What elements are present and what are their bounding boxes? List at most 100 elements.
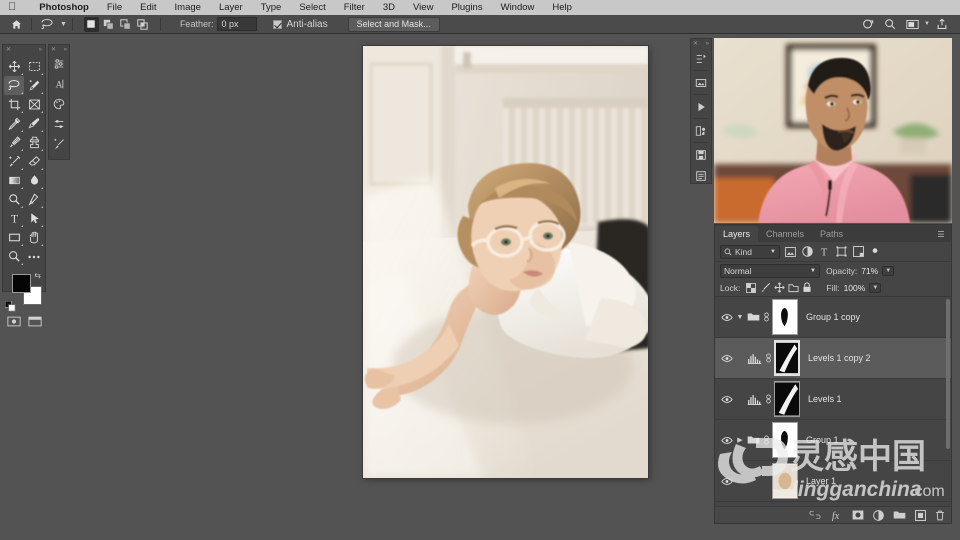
history-brush-tool[interactable] bbox=[4, 152, 24, 171]
feather-input[interactable]: 0 px bbox=[217, 17, 258, 31]
layer-visibility-toggle[interactable] bbox=[720, 477, 734, 486]
eyedropper-tool[interactable] bbox=[4, 114, 24, 133]
menu-item-select[interactable]: Select bbox=[290, 2, 334, 13]
character-panel-icon[interactable]: A bbox=[49, 74, 69, 94]
menu-item-layer[interactable]: Layer bbox=[210, 2, 252, 13]
layers-scrollbar[interactable] bbox=[946, 299, 950, 449]
mask-link-icon[interactable] bbox=[763, 353, 774, 363]
table-row[interactable]: Layer 1 bbox=[715, 461, 951, 502]
swap-colors-icon[interactable]: ⇆ bbox=[34, 271, 41, 280]
select-and-mask-button[interactable]: Select and Mask... bbox=[347, 16, 440, 32]
workspace-icon[interactable] bbox=[902, 16, 922, 33]
menu-item-help[interactable]: Help bbox=[543, 2, 581, 13]
quick-selection-tool[interactable] bbox=[24, 76, 44, 95]
document-canvas[interactable] bbox=[363, 46, 648, 478]
search-icon[interactable] bbox=[880, 16, 900, 33]
eraser-tool[interactable] bbox=[24, 152, 44, 171]
rectangle-tool[interactable] bbox=[4, 228, 24, 247]
new-group-icon[interactable] bbox=[893, 510, 906, 520]
delete-layer-icon[interactable] bbox=[935, 510, 945, 521]
brush-settings-panel-icon[interactable] bbox=[49, 134, 69, 154]
filter-toggle-icon[interactable] bbox=[868, 245, 882, 259]
layer-mask-thumbnail[interactable] bbox=[774, 381, 800, 417]
layer-mask-thumbnail[interactable] bbox=[774, 340, 800, 376]
swatches-panel-icon[interactable] bbox=[49, 94, 69, 114]
quick-mask-icon[interactable] bbox=[6, 316, 21, 327]
layer-mask-thumbnail[interactable] bbox=[772, 422, 798, 458]
collapse-icon[interactable]: » bbox=[39, 47, 42, 53]
screen-mode-icon[interactable] bbox=[27, 316, 42, 327]
close-icon[interactable]: ✕ bbox=[693, 40, 698, 47]
dodge-tool[interactable] bbox=[4, 190, 24, 209]
table-row[interactable]: Levels 1 bbox=[715, 379, 951, 420]
subtract-from-selection-button[interactable] bbox=[118, 17, 133, 32]
collapse-icon[interactable]: » bbox=[706, 41, 709, 47]
opacity-value[interactable]: 71% bbox=[861, 266, 878, 276]
left-dock-grip[interactable]: ✕ » bbox=[49, 45, 69, 54]
zoom-tool[interactable] bbox=[4, 247, 24, 266]
mask-link-icon[interactable] bbox=[763, 394, 774, 404]
layer-visibility-toggle[interactable] bbox=[720, 436, 734, 445]
fill-chevron-down-icon[interactable]: ▼ bbox=[869, 282, 882, 293]
chevron-down-icon[interactable]: ▼ bbox=[60, 21, 67, 28]
new-selection-button[interactable] bbox=[83, 16, 99, 32]
chevron-down-icon[interactable]: ▼ bbox=[924, 21, 930, 27]
actions-panel-icon[interactable] bbox=[691, 96, 711, 117]
move-tool[interactable] bbox=[4, 57, 24, 76]
layer-visibility-toggle[interactable] bbox=[720, 354, 734, 363]
adjustments-panel-icon[interactable] bbox=[49, 54, 69, 74]
levels-adjustment-icon[interactable] bbox=[746, 394, 763, 405]
menu-item-file[interactable]: File bbox=[98, 2, 131, 13]
anti-alias-checkbox[interactable]: Anti-alias bbox=[273, 19, 328, 30]
close-icon[interactable]: ✕ bbox=[51, 46, 56, 53]
lock-transparent-pixels-icon[interactable] bbox=[744, 281, 758, 295]
type-filter-icon[interactable]: T bbox=[817, 245, 831, 259]
pen-tool[interactable] bbox=[24, 190, 44, 209]
lasso-tool[interactable] bbox=[4, 76, 24, 95]
layer-name[interactable]: Group 1 bbox=[806, 435, 839, 445]
layer-thumbnail[interactable] bbox=[772, 463, 798, 499]
add-to-selection-button[interactable] bbox=[101, 17, 116, 32]
channels-panel-icon[interactable] bbox=[691, 120, 711, 141]
properties-panel-icon[interactable] bbox=[49, 114, 69, 134]
layer-visibility-toggle[interactable] bbox=[720, 395, 734, 404]
add-layer-mask-icon[interactable] bbox=[852, 510, 864, 520]
menu-item-window[interactable]: Window bbox=[492, 2, 544, 13]
smart-object-filter-icon[interactable] bbox=[851, 245, 865, 259]
menu-item-photoshop[interactable]: Photoshop bbox=[30, 2, 98, 13]
menu-item-view[interactable]: View bbox=[404, 2, 442, 13]
collapse-icon[interactable]: » bbox=[64, 47, 67, 53]
menu-item-plugins[interactable]: Plugins bbox=[442, 2, 491, 13]
layer-name[interactable]: Levels 1 bbox=[808, 394, 842, 404]
rectangular-marquee-tool[interactable] bbox=[24, 57, 44, 76]
layer-visibility-toggle[interactable] bbox=[720, 313, 734, 322]
layer-mask-thumbnail[interactable] bbox=[772, 299, 798, 335]
lasso-tool-icon[interactable] bbox=[37, 16, 57, 33]
spot-healing-brush-tool[interactable] bbox=[24, 114, 44, 133]
gradient-tool[interactable] bbox=[4, 171, 24, 190]
group-disclosure-icon[interactable]: ▶ bbox=[734, 436, 746, 444]
default-colors-icon[interactable] bbox=[5, 301, 16, 312]
notes-panel-icon[interactable] bbox=[691, 144, 711, 165]
intersect-with-selection-button[interactable] bbox=[135, 17, 150, 32]
panel-menu-icon[interactable]: ☰ bbox=[937, 230, 945, 239]
hand-tool[interactable] bbox=[24, 228, 44, 247]
layers-list[interactable]: ▼ Group 1 copy Levels 1 copy 2 Levels 1 … bbox=[715, 297, 951, 506]
export-icon[interactable] bbox=[932, 16, 952, 33]
lock-image-pixels-icon[interactable] bbox=[758, 281, 772, 295]
pixel-filter-icon[interactable] bbox=[783, 245, 797, 259]
levels-adjustment-icon[interactable] bbox=[746, 353, 763, 364]
foreground-color-swatch[interactable] bbox=[12, 274, 31, 293]
menu-item-edit[interactable]: Edit bbox=[131, 2, 165, 13]
lock-position-icon[interactable] bbox=[772, 281, 786, 295]
share-cloud-icon[interactable] bbox=[858, 16, 878, 33]
frame-tool[interactable] bbox=[24, 95, 44, 114]
mask-link-icon[interactable] bbox=[761, 435, 772, 445]
history-panel-icon[interactable] bbox=[691, 48, 711, 69]
opacity-chevron-down-icon[interactable]: ▼ bbox=[882, 265, 895, 276]
blend-mode-select[interactable]: Normal ▼ bbox=[720, 263, 820, 278]
lock-all-icon[interactable] bbox=[800, 281, 814, 295]
new-layer-icon[interactable] bbox=[915, 509, 926, 521]
menu-item-3d[interactable]: 3D bbox=[374, 2, 404, 13]
filter-kind-select[interactable]: Kind ▼ bbox=[720, 244, 780, 259]
